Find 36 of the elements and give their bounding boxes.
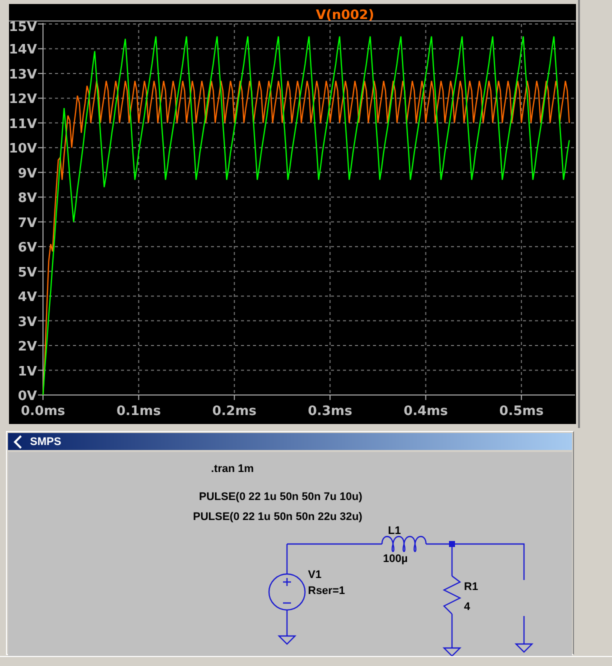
component-value: 4 [464, 601, 470, 613]
component-name: L1 [388, 525, 401, 537]
y-tick-label: 12V [8, 92, 37, 108]
component-value: Rser=1 [308, 585, 346, 597]
y-tick-label: 9V [18, 166, 37, 182]
x-tick-label: 0.5ms [499, 404, 544, 419]
x-tick-label: 0.3ms [308, 404, 352, 419]
y-tick-label: 2V [18, 340, 37, 355]
component-name: R1 [464, 581, 478, 593]
y-tick-label: 13V [8, 67, 37, 82]
y-tick-label: 7V [18, 216, 37, 231]
window-title: SMPS [30, 436, 62, 448]
voltage-source-symbol [268, 573, 306, 611]
x-tick-label: 0.2ms [212, 404, 257, 419]
y-tick-label: 5V [18, 265, 37, 280]
x-tick-label: 0.0ms [20, 404, 66, 419]
x-tick-label: 0.4ms [404, 404, 448, 419]
y-tick-label: 11V [8, 116, 37, 132]
y-tick-label: 10V [8, 142, 37, 157]
spice-directive: PULSE(0 22 1u 50n 50n 7u 10u) [199, 491, 362, 503]
spice-directive: .tran 1m [211, 463, 254, 475]
y-tick-label: 14V [8, 42, 37, 58]
trace-legend: V(n002) [316, 8, 374, 23]
y-tick-label: 3V [18, 314, 37, 330]
resistor-symbol [442, 576, 462, 614]
inductor-symbol [381, 536, 427, 552]
x-tick-label: 0.1ms [116, 404, 161, 419]
y-tick-label: 4V [18, 290, 37, 306]
y-tick-label: 0V [18, 389, 37, 404]
y-tick-label: 15V [8, 20, 37, 35]
y-tick-label: 8V [18, 191, 37, 206]
y-tick-label: 6V [18, 240, 37, 256]
component-value: 100µ [383, 553, 408, 565]
y-tick-label: 1V [18, 364, 37, 380]
spice-directive: PULSE(0 22 1u 50n 50n 22u 32u) [193, 511, 362, 523]
component-name: V1 [308, 569, 322, 581]
